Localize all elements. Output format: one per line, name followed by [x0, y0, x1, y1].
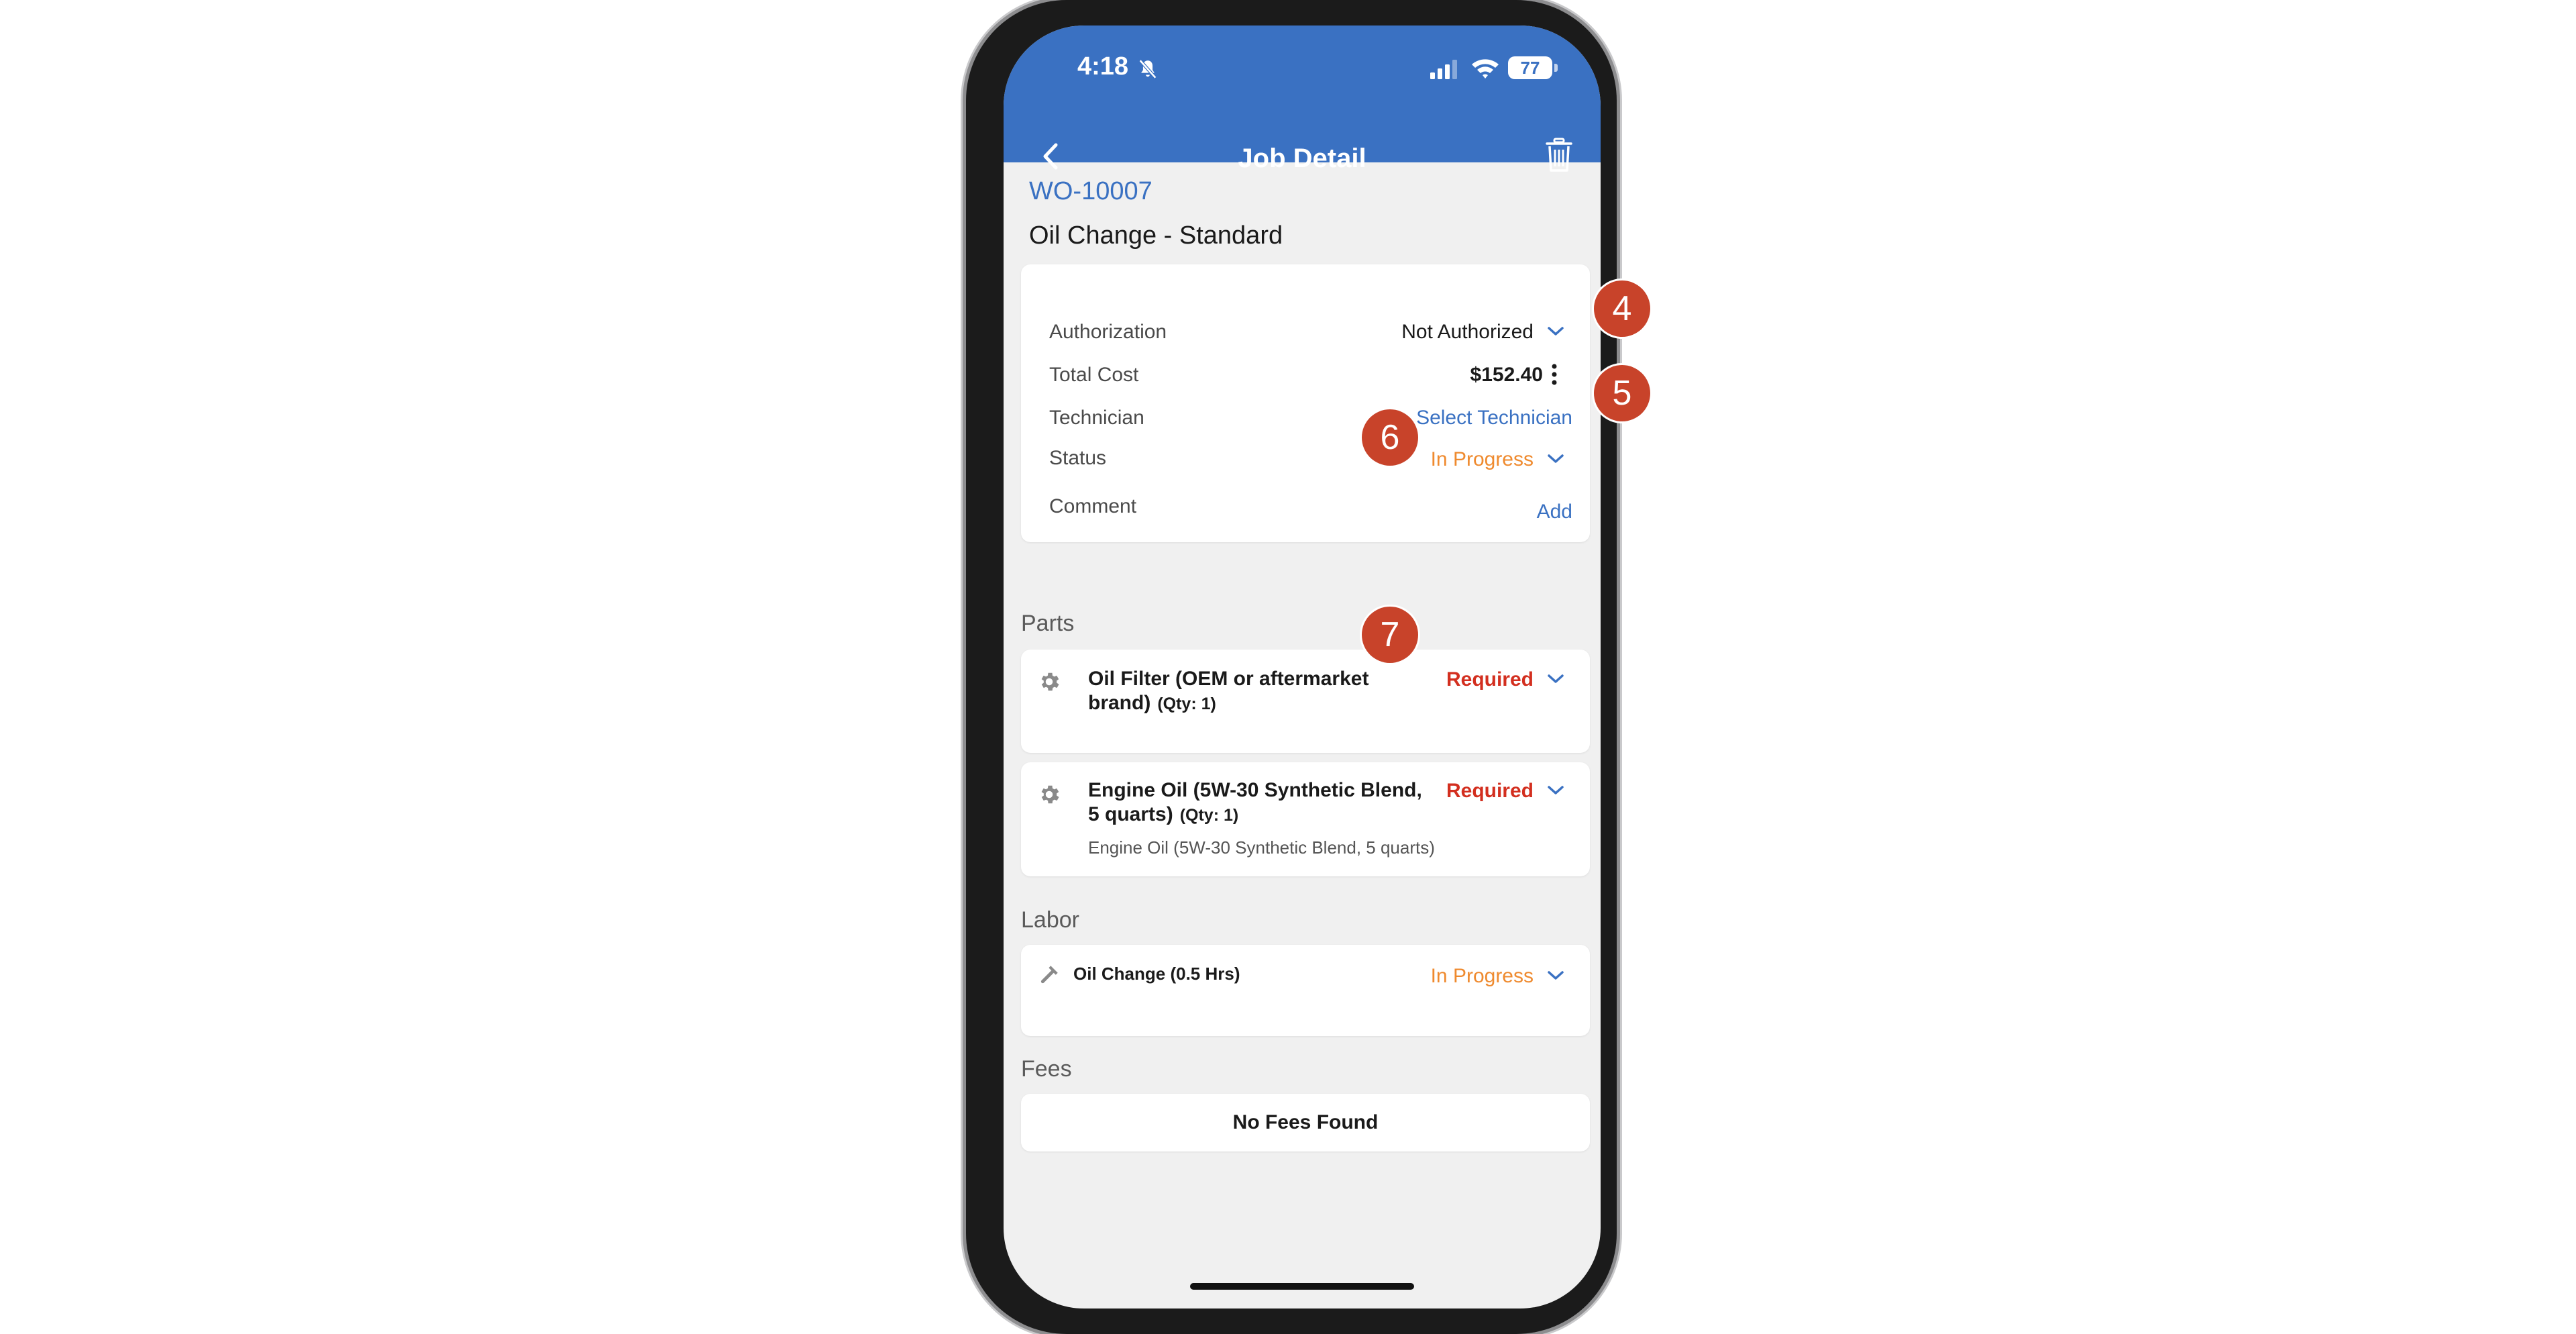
- labor-section-title: Labor: [1021, 907, 1079, 933]
- part-qty: (Qty: 1): [1157, 695, 1216, 713]
- callout-badge-4: 4: [1594, 280, 1650, 337]
- labor-name: Oil Change (0.5 Hrs): [1073, 964, 1240, 984]
- phone-screen: 4:18 77 Job Detail WO-10007 Oil Change -…: [1004, 25, 1601, 1309]
- part-qty: (Qty: 1): [1179, 806, 1239, 825]
- authorization-dropdown[interactable]: Not Authorized: [1401, 321, 1534, 344]
- chevron-down-icon[interactable]: [1544, 671, 1567, 687]
- part-name: Engine Oil (5W-30 Synthetic Blend, 5 qua…: [1088, 779, 1422, 825]
- work-order-number[interactable]: WO-10007: [1029, 177, 1152, 206]
- labor-status-dropdown[interactable]: In Progress: [1431, 965, 1534, 988]
- fees-card: No Fees Found: [1021, 1094, 1590, 1151]
- select-technician-link[interactable]: Select Technician: [1416, 407, 1572, 429]
- app-header: 4:18 77 Job Detail: [1004, 25, 1601, 173]
- comment-label: Comment: [1049, 495, 1137, 517]
- cellular-signal-icon: [1430, 60, 1457, 79]
- battery-icon: 77: [1508, 56, 1558, 79]
- chevron-down-icon[interactable]: [1544, 323, 1567, 340]
- more-vertical-icon[interactable]: [1550, 362, 1559, 387]
- authorization-label: Authorization: [1049, 321, 1167, 343]
- chevron-down-icon[interactable]: [1544, 968, 1567, 984]
- gear-icon: [1041, 672, 1059, 691]
- part-description: Engine Oil (5W-30 Synthetic Blend, 5 qua…: [1088, 837, 1435, 858]
- no-fees-message: No Fees Found: [1232, 1111, 1379, 1133]
- trash-icon[interactable]: [1544, 137, 1574, 173]
- add-comment-link[interactable]: Add: [1537, 501, 1572, 523]
- part-name: Oil Filter (OEM or aftermarket brand) (Qt…: [1088, 668, 1369, 714]
- callout-badge-5: 5: [1594, 365, 1650, 421]
- status-time: 4:18: [1077, 52, 1129, 81]
- part-status-dropdown[interactable]: Required: [1446, 668, 1534, 691]
- wifi-icon: [1472, 59, 1499, 79]
- technician-label: Technician: [1049, 407, 1144, 429]
- part-status-dropdown[interactable]: Required: [1446, 780, 1534, 803]
- callout-badge-7: 7: [1362, 607, 1418, 663]
- parts-section-title: Parts: [1021, 611, 1075, 636]
- gear-icon: [1041, 785, 1059, 804]
- chevron-down-icon[interactable]: [1544, 782, 1567, 799]
- callout-badge-6: 6: [1362, 409, 1418, 466]
- chevron-down-icon[interactable]: [1544, 451, 1567, 467]
- labor-item[interactable]: Oil Change (0.5 Hrs) In Progress: [1021, 945, 1590, 1036]
- total-cost-value: $152.40: [1470, 364, 1543, 386]
- part-item[interactable]: Oil Filter (OEM or aftermarket brand) (Qt…: [1021, 650, 1590, 753]
- status-label: Status: [1049, 447, 1107, 469]
- status-dropdown[interactable]: In Progress: [1431, 448, 1534, 471]
- part-item[interactable]: Engine Oil (5W-30 Synthetic Blend, 5 qua…: [1021, 762, 1590, 876]
- job-details-card: Authorization Not Authorized Total Cost …: [1021, 264, 1590, 542]
- job-title: Oil Change - Standard: [1029, 221, 1283, 250]
- total-cost-label: Total Cost: [1049, 364, 1139, 386]
- hammer-icon: [1040, 966, 1058, 984]
- home-indicator[interactable]: [1190, 1283, 1414, 1290]
- fees-section-title: Fees: [1021, 1056, 1072, 1082]
- bell-muted-icon: [1138, 59, 1157, 79]
- page-title: Job Detail: [1238, 144, 1366, 173]
